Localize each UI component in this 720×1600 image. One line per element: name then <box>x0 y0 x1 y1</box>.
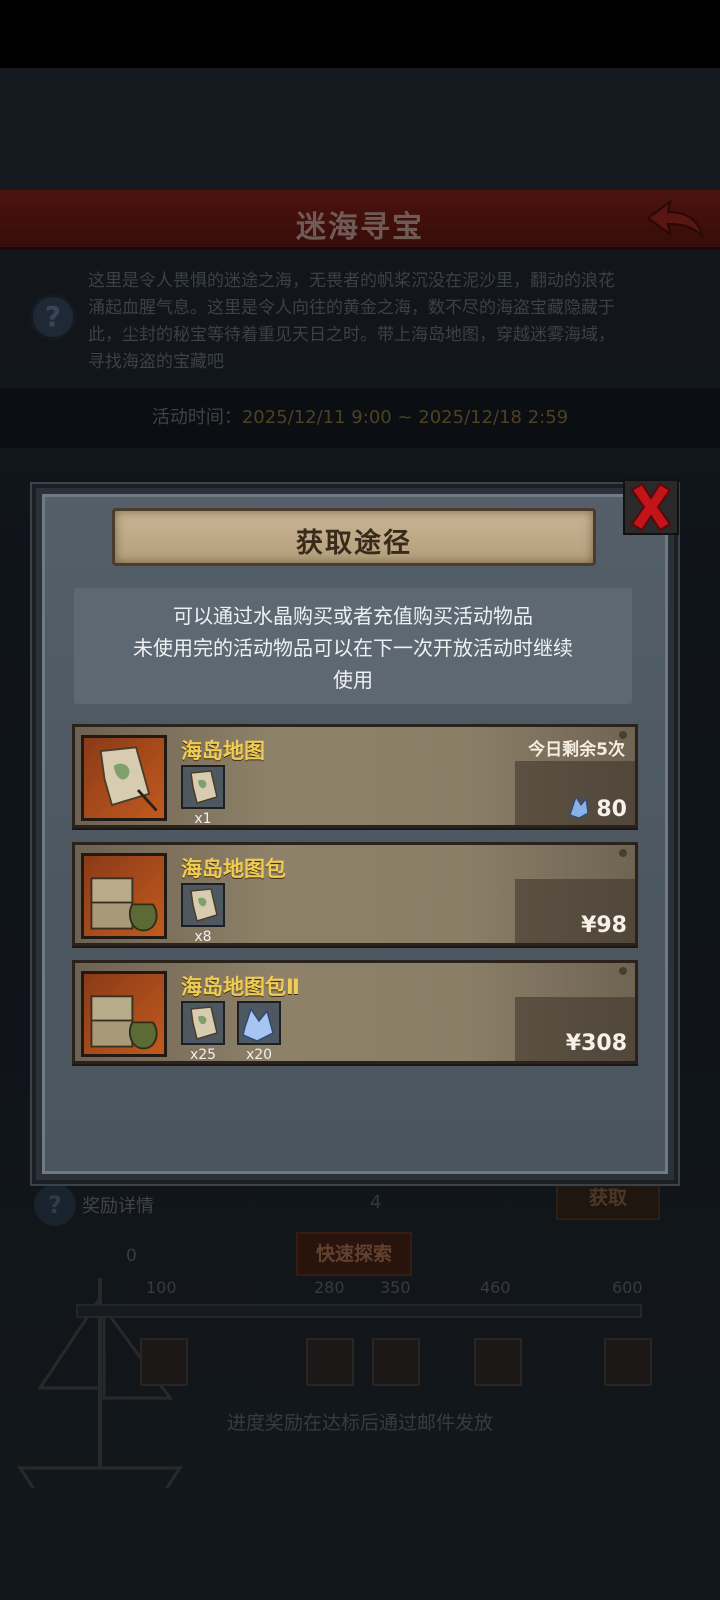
info-line: 未使用完的活动物品可以在下一次开放活动时继续 <box>133 636 573 660</box>
offer-island-map[interactable]: 海岛地图 今日剩余5次 x1 80 <box>72 724 638 828</box>
info-line: 可以通过水晶购买或者充值购买活动物品 <box>173 604 533 628</box>
offer-island-map-pack-ii[interactable]: 海岛地图包Ⅱ x25 x20 ¥308 <box>72 960 638 1064</box>
offer-price[interactable]: 80 <box>568 795 627 822</box>
crystal-icon <box>242 1007 274 1042</box>
item-slot[interactable] <box>181 883 225 927</box>
island-map-icon <box>190 1006 218 1040</box>
offer-name: 海岛地图包Ⅱ <box>181 975 300 999</box>
island-map-icon <box>81 735 167 821</box>
item-slot[interactable] <box>181 765 225 809</box>
offer-island-map-pack[interactable]: 海岛地图包 x8 ¥98 <box>72 842 638 946</box>
crystal-icon <box>569 795 590 819</box>
treasure-chest-icon <box>81 853 167 939</box>
offer-price[interactable]: ¥308 <box>566 1031 627 1056</box>
item-slot[interactable] <box>181 1001 225 1045</box>
item-slot[interactable] <box>237 1001 281 1045</box>
modal-info-box: 可以通过水晶购买或者充值购买活动物品 未使用完的活动物品可以在下一次开放活动时继… <box>74 588 632 704</box>
island-map-icon <box>190 770 218 804</box>
item-quantity: x1 <box>194 811 212 827</box>
offer-price-amount: 80 <box>596 797 627 822</box>
info-line: 使用 <box>333 668 373 692</box>
daily-remaining: 今日剩余5次 <box>528 740 625 760</box>
item-quantity: x8 <box>194 929 212 945</box>
treasure-chest-icon <box>81 971 167 1057</box>
offer-price[interactable]: ¥98 <box>581 913 627 938</box>
close-icon[interactable] <box>622 478 680 536</box>
offer-name: 海岛地图 <box>181 739 265 763</box>
modal-title-banner: 获取途径 <box>112 508 596 566</box>
island-map-icon <box>190 888 218 922</box>
offer-name: 海岛地图包 <box>181 857 286 881</box>
modal-title: 获取途径 <box>296 528 412 559</box>
item-quantity: x20 <box>245 1047 273 1063</box>
item-quantity: x25 <box>189 1047 217 1063</box>
